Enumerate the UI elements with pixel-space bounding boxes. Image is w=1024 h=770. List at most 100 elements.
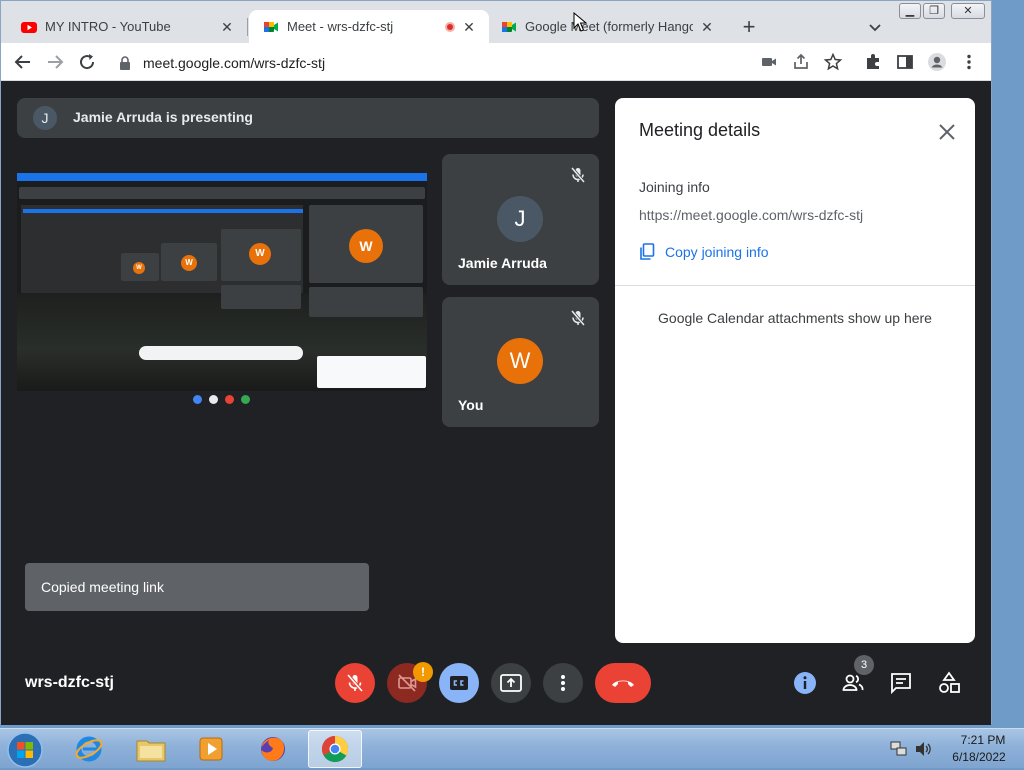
mic-off-icon xyxy=(346,673,364,693)
windows-taskbar xyxy=(0,728,1024,768)
network-icon[interactable] xyxy=(890,741,908,757)
windows-start-button[interactable] xyxy=(4,730,46,770)
hang-up-icon xyxy=(612,680,634,687)
leave-call-button[interactable] xyxy=(595,663,651,703)
taskbar-firefox[interactable] xyxy=(246,730,300,768)
shared-screen-avatar: W xyxy=(133,262,145,274)
snackbar-toast: Copied meeting link xyxy=(25,563,369,611)
copy-joining-info-label: Copy joining info xyxy=(665,244,769,260)
back-arrow-icon[interactable] xyxy=(13,52,33,72)
shared-screen-app-icon xyxy=(225,395,234,404)
shared-screen-app-icon xyxy=(241,395,250,404)
tab-title: MY INTRO - YouTube xyxy=(45,19,171,34)
window-close-button[interactable]: ✕ xyxy=(951,3,985,19)
tab-google-meet-info[interactable]: Google Meet (formerly Hangouts ✕ xyxy=(487,10,727,43)
participant-tile-you[interactable]: W You xyxy=(442,297,599,427)
mouse-cursor-icon xyxy=(573,12,587,32)
close-icon[interactable] xyxy=(935,120,959,144)
copy-icon xyxy=(640,243,655,260)
clock-time[interactable]: 7:21 PM xyxy=(953,733,1013,747)
mic-off-icon xyxy=(570,167,586,183)
meet-icon xyxy=(264,21,278,32)
reload-icon[interactable] xyxy=(77,52,97,72)
presenting-text: Jamie Arruda is presenting xyxy=(73,109,253,125)
activities-icon[interactable] xyxy=(937,671,961,695)
extensions-puzzle-icon[interactable] xyxy=(863,52,883,72)
more-vertical-icon xyxy=(561,675,565,691)
tab-separator xyxy=(247,18,248,36)
file-explorer-icon xyxy=(136,740,166,762)
divider xyxy=(615,285,975,286)
more-vertical-icon[interactable] xyxy=(959,52,979,72)
shared-screen-banner xyxy=(19,187,425,199)
tab-meet-active[interactable]: Meet - wrs-dzfc-stj ✕ xyxy=(249,10,489,43)
participant-tile-jamie[interactable]: J Jamie Arruda xyxy=(442,154,599,285)
copy-joining-info-button[interactable]: Copy joining info xyxy=(639,240,769,264)
youtube-icon xyxy=(21,21,37,33)
tab-search-chevron-icon[interactable] xyxy=(865,18,885,38)
camera-warning-badge: ! xyxy=(413,662,433,682)
url-text: meet.google.com/wrs-dzfc-stj xyxy=(143,55,326,71)
more-options-button[interactable] xyxy=(543,663,583,703)
participant-name: You xyxy=(458,397,484,413)
window-minimize-button[interactable]: ▁ xyxy=(899,3,921,19)
media-player-icon xyxy=(199,737,223,761)
taskbar-internet-explorer[interactable] xyxy=(62,730,116,768)
firefox-icon xyxy=(261,737,285,761)
clock-date[interactable]: 6/18/2022 xyxy=(945,750,1013,764)
shared-screen-avatar: W xyxy=(349,229,383,263)
close-tab-icon[interactable]: ✕ xyxy=(699,19,715,35)
meet-app: J Jamie Arruda is presenting W W W W J J… xyxy=(1,81,991,725)
shared-screen-avatar: W xyxy=(249,243,271,265)
taskbar-media-player[interactable] xyxy=(184,730,238,768)
taskbar-chrome[interactable] xyxy=(308,730,362,768)
shared-screen-taskbar xyxy=(17,391,427,407)
shared-screen-notification xyxy=(317,356,426,388)
shared-screen-tile xyxy=(221,285,301,309)
recording-indicator-icon xyxy=(445,21,455,32)
chat-icon[interactable] xyxy=(889,671,913,695)
people-count-badge: 3 xyxy=(854,655,874,675)
shared-screen-avatar: W xyxy=(181,255,197,271)
microphone-toggle-button[interactable] xyxy=(335,663,375,703)
mic-off-icon xyxy=(570,310,586,326)
avatar: W xyxy=(497,338,543,384)
close-tab-icon[interactable]: ✕ xyxy=(461,19,477,35)
share-icon[interactable] xyxy=(791,52,811,72)
chrome-icon xyxy=(321,735,349,763)
avatar: J xyxy=(497,196,543,242)
browser-toolbar: meet.google.com/wrs-dzfc-stj xyxy=(1,43,991,81)
shared-screen-search-bar xyxy=(139,346,303,360)
calendar-attachments-text: Google Calendar attachments show up here xyxy=(658,310,932,326)
volume-icon[interactable] xyxy=(914,741,932,757)
shared-screen[interactable]: W W W W xyxy=(17,173,427,407)
present-screen-button[interactable] xyxy=(491,663,531,703)
new-tab-button[interactable]: + xyxy=(737,16,761,40)
camera-in-use-icon[interactable] xyxy=(759,52,779,72)
tab-title: Google Meet (formerly Hangouts xyxy=(525,19,693,34)
close-tab-icon[interactable]: ✕ xyxy=(219,19,235,35)
bookmark-star-icon[interactable] xyxy=(823,52,843,72)
present-screen-icon xyxy=(500,674,522,692)
tab-youtube[interactable]: MY INTRO - YouTube ✕ xyxy=(7,10,247,43)
presenting-banner: J Jamie Arruda is presenting xyxy=(17,98,599,138)
captions-button[interactable] xyxy=(439,663,479,703)
closed-captions-icon xyxy=(450,676,468,690)
address-bar[interactable]: meet.google.com/wrs-dzfc-stj xyxy=(113,48,869,78)
tab-strip: MY INTRO - YouTube ✕ Meet - wrs-dzfc-stj… xyxy=(1,1,991,43)
tab-title: Meet - wrs-dzfc-stj xyxy=(287,19,394,34)
profile-avatar-icon[interactable] xyxy=(927,52,947,72)
lock-icon xyxy=(120,56,130,70)
joining-info-heading: Joining info xyxy=(639,179,710,195)
shared-screen-inner-bar xyxy=(23,209,303,213)
forward-arrow-icon[interactable] xyxy=(45,52,65,72)
taskbar-file-explorer[interactable] xyxy=(124,730,178,768)
browser-window: MY INTRO - YouTube ✕ Meet - wrs-dzfc-stj… xyxy=(0,0,992,725)
participant-name: Jamie Arruda xyxy=(458,255,547,271)
panel-title: Meeting details xyxy=(639,120,761,140)
window-restore-button[interactable]: ❐ xyxy=(923,3,945,19)
joining-url: https://meet.google.com/wrs-dzfc-stj xyxy=(639,207,864,223)
internet-explorer-icon xyxy=(75,736,103,762)
side-panel-icon[interactable] xyxy=(895,52,915,72)
meeting-details-info-icon[interactable] xyxy=(793,671,817,695)
